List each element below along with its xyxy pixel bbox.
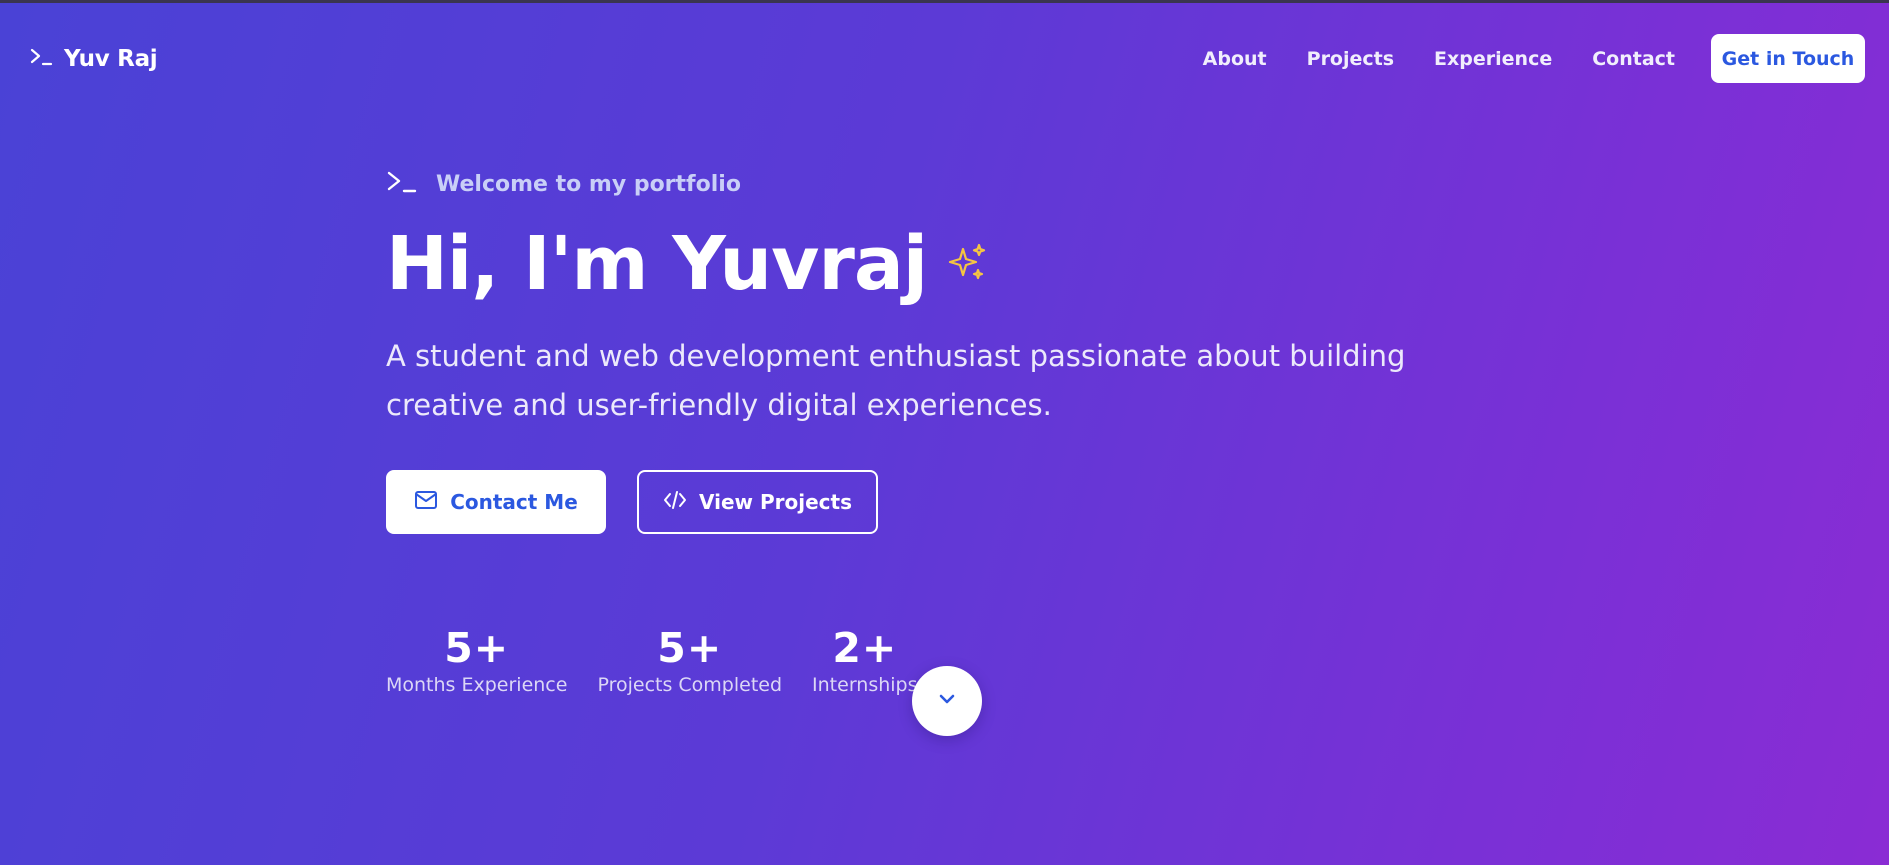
chevron-down-icon	[935, 687, 959, 715]
welcome-line: Welcome to my portfolio	[386, 168, 1526, 200]
stat-label: Internships	[812, 674, 918, 696]
stats-row: 5+ Months Experience 5+ Projects Complet…	[386, 624, 918, 696]
contact-me-label: Contact Me	[450, 490, 578, 514]
stat-value: 5+	[444, 624, 510, 672]
code-icon	[663, 489, 687, 516]
navbar: Yuv Raj About Projects Experience Contac…	[0, 34, 1889, 84]
hero-subtitle: A student and web development enthusiast…	[386, 339, 1406, 422]
stat-item: 5+ Months Experience	[386, 624, 567, 696]
window-top-border	[0, 0, 1889, 3]
stat-value: 2+	[832, 624, 898, 672]
page-title: Hi, I'm Yuvraj	[386, 221, 928, 307]
brand-logo[interactable]: Yuv Raj	[29, 46, 158, 72]
nav-link-contact[interactable]: Contact	[1592, 48, 1675, 70]
terminal-icon	[29, 46, 55, 72]
mail-icon	[414, 489, 438, 516]
hero-buttons: Contact Me View Projects	[386, 470, 1526, 534]
nav-link-projects[interactable]: Projects	[1307, 48, 1394, 70]
get-in-touch-button[interactable]: Get in Touch	[1711, 34, 1865, 83]
stat-item: 5+ Projects Completed	[597, 624, 782, 696]
headline: Hi, I'm Yuvraj	[386, 224, 1526, 304]
stat-value: 5+	[657, 624, 723, 672]
hero-section: Welcome to my portfolio Hi, I'm Yuvraj A…	[386, 168, 1526, 534]
nav-link-experience[interactable]: Experience	[1434, 48, 1552, 70]
stat-label: Months Experience	[386, 674, 568, 696]
nav-links: About Projects Experience Contact	[1203, 48, 1675, 70]
sparkles-icon	[947, 241, 987, 287]
terminal-icon	[386, 168, 418, 200]
view-projects-button[interactable]: View Projects	[637, 470, 878, 534]
view-projects-label: View Projects	[699, 490, 852, 514]
stat-label: Projects Completed	[597, 674, 783, 696]
brand-name: Yuv Raj	[64, 46, 158, 72]
stat-item: 2+ Internships	[812, 624, 917, 696]
nav-link-about[interactable]: About	[1203, 48, 1267, 70]
welcome-text: Welcome to my portfolio	[436, 171, 741, 197]
scroll-down-button[interactable]	[912, 666, 982, 736]
contact-me-button[interactable]: Contact Me	[386, 470, 606, 534]
